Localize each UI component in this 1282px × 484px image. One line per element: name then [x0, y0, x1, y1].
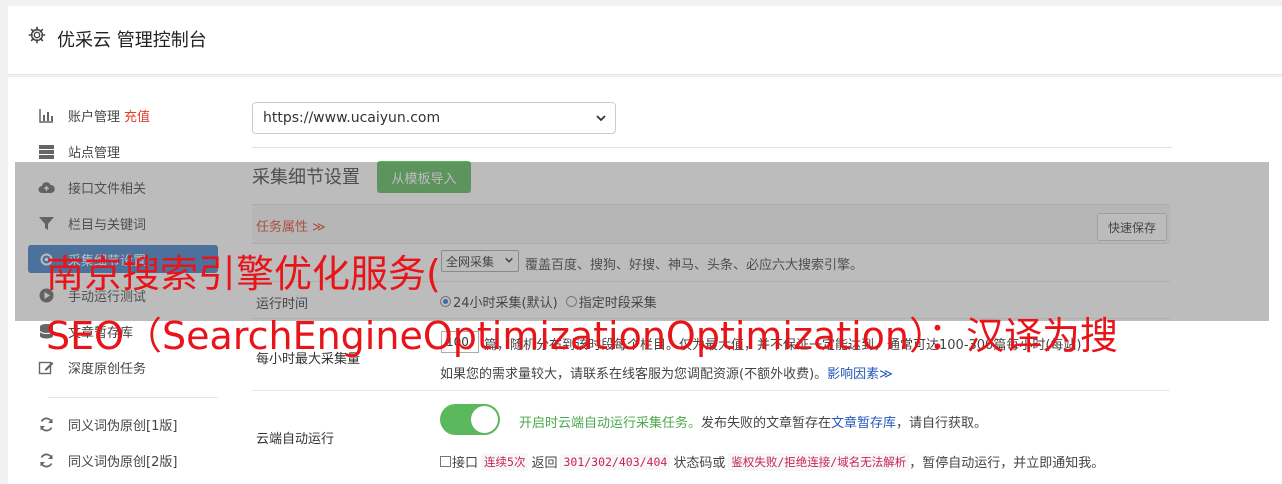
site-select[interactable]: https://www.ucaiyun.com — [252, 102, 616, 134]
divider — [252, 147, 1172, 148]
sidebar-item-label: 同义词伪原创[2版] — [68, 454, 178, 470]
code-status: 301/302/403/404 — [560, 453, 671, 470]
cloud-run-desc-end: ，请自行获取。 — [896, 416, 988, 431]
chevron-down-icon — [596, 115, 606, 122]
sidebar-item-label: 站点管理 — [68, 145, 121, 161]
pause-notify-row: 接口 连续5次 返回 301/302/403/404 状态码或 鉴权失败/拒绝连… — [440, 452, 1104, 471]
pause-notify-checkbox[interactable] — [440, 456, 451, 467]
sidebar-item-sites[interactable]: 站点管理 — [28, 137, 218, 165]
recharge-link[interactable]: 充值 — [124, 106, 150, 125]
cloud-run-desc-mid: 发布失败的文章暂存在 — [701, 416, 832, 431]
article-store-link[interactable]: 文章暂存库 — [831, 416, 896, 431]
bar-chart-icon — [38, 107, 55, 124]
sidebar-item-label: 同义词伪原创[1版] — [68, 418, 178, 434]
row-divider — [252, 390, 1170, 391]
gear-icon — [28, 26, 46, 44]
text-pause: ，暂停自动运行，并立即通知我。 — [909, 456, 1105, 471]
code-errors: 鉴权失败/拒绝连接/域名无法解析 — [728, 452, 910, 471]
watermark-line-1: 南京搜索引擎优化服务( — [46, 252, 441, 296]
cloud-run-label: 云端自动运行 — [256, 432, 335, 447]
sidebar-item-synonym-v2[interactable]: 同义词伪原创[2版] — [28, 446, 218, 474]
top-header: 优采云 管理控制台 — [8, 6, 1282, 75]
refresh-icon — [38, 416, 55, 433]
cloud-run-desc: 开启时云端自动运行采集任务。发布失败的文章暂存在文章暂存库，请自行获取。 — [519, 412, 987, 431]
edit-icon — [38, 359, 55, 376]
site-select-value: https://www.ucaiyun.com — [263, 110, 441, 126]
sidebar-item-label: 账户管理 — [68, 109, 121, 125]
text-status-or: 状态码或 — [673, 456, 726, 471]
code-consecutive: 连续5次 — [481, 452, 529, 471]
check-label: 接口 — [452, 456, 479, 471]
sidebar-divider — [48, 397, 218, 398]
watermark-line-2: SEO（SearchEngineOptimizationOptimization… — [46, 314, 1118, 358]
sidebar-item-synonym-v1[interactable]: 同义词伪原创[1版] — [28, 410, 218, 438]
text-return: 返回 — [531, 456, 558, 471]
sidebar-item-account[interactable]: 账户管理 充值 — [28, 101, 218, 129]
toggle-knob — [471, 406, 498, 433]
server-icon — [38, 143, 55, 160]
cloud-run-toggle[interactable] — [440, 404, 500, 435]
resource-note: 如果您的需求量较大，请联系在线客服为您调配资源(不额外收费)。 — [440, 367, 828, 382]
max-per-hour-desc2: 如果您的需求量较大，请联系在线客服为您调配资源(不额外收费)。影响因素≫ — [440, 363, 893, 382]
page-title: 优采云 管理控制台 — [57, 30, 207, 51]
influence-factors-link[interactable]: 影响因素≫ — [827, 367, 893, 382]
refresh-icon — [38, 452, 55, 469]
sidebar-item-label: 深度原创任务 — [68, 361, 147, 377]
cloud-run-desc-green: 开启时云端自动运行采集任务。 — [519, 416, 702, 431]
